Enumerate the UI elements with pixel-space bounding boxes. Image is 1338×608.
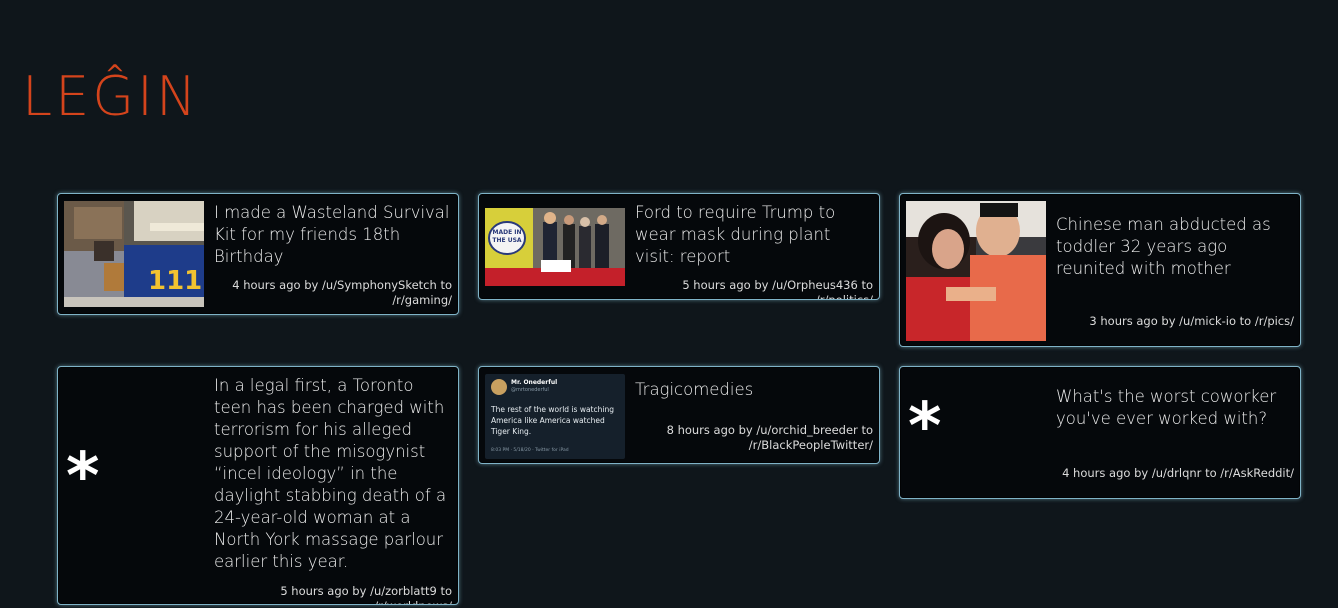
reunion-image xyxy=(906,201,1046,341)
post-thumbnail[interactable]: Mr. Onederful @mrtonederful The rest of … xyxy=(485,374,625,459)
post-meta: 4 hours ago by /u/drlqnr to /r/AskReddit… xyxy=(1062,466,1294,480)
tweet-author: Mr. Onederful xyxy=(511,379,558,386)
trump-ford-image: MADE IN THE USA xyxy=(485,208,625,286)
tweet-text: The rest of the world is watching Americ… xyxy=(491,405,614,436)
post-title[interactable]: Tragicomedies xyxy=(635,379,871,401)
post-meta: 5 hours ago by /u/Orpheus436 to /r/polit… xyxy=(682,278,873,300)
post-card[interactable]: Mr. Onederful @mrtonederful The rest of … xyxy=(478,366,880,464)
tweet-preview: Mr. Onederful @mrtonederful The rest of … xyxy=(485,374,625,459)
post-thumbnail[interactable]: 111 xyxy=(64,201,204,307)
post-meta: 4 hours ago by /u/SymphonySketch to /r/g… xyxy=(232,278,452,307)
post-card[interactable]: Chinese man abducted as toddler 32 years… xyxy=(899,193,1301,347)
asterisk-thumbnail[interactable]: * xyxy=(66,445,99,509)
post-meta: 3 hours ago by /u/mick-io to /r/pics/ xyxy=(1089,314,1294,328)
svg-text:THE USA: THE USA xyxy=(492,237,521,244)
site-logo[interactable]: LEĜIN xyxy=(22,70,199,124)
post-card[interactable]: * What's the worst coworker you've ever … xyxy=(899,366,1301,499)
post-card[interactable]: * In a legal first, a Toronto teen has b… xyxy=(57,366,459,605)
wasteland-kit-image: 111 xyxy=(64,201,204,307)
post-title[interactable]: What's the worst coworker you've ever wo… xyxy=(1056,386,1292,430)
post-title[interactable]: I made a Wasteland Survival Kit for my f… xyxy=(214,202,450,268)
asterisk-thumbnail[interactable]: * xyxy=(908,395,941,459)
post-card[interactable]: MADE IN THE USA Ford to require Trump to… xyxy=(478,193,880,300)
post-title[interactable]: Chinese man abducted as toddler 32 years… xyxy=(1056,214,1292,280)
post-title[interactable]: Ford to require Trump to wear mask durin… xyxy=(635,202,871,268)
post-meta: 5 hours ago by /u/zorblatt9 to /r/worldn… xyxy=(280,584,452,604)
vault-number: 111 xyxy=(148,266,202,296)
tweet-handle: @mrtonederful xyxy=(511,387,549,393)
post-title[interactable]: In a legal first, a Toronto teen has bee… xyxy=(214,375,450,573)
post-meta: 8 hours ago by /u/orchid_breeder to /r/B… xyxy=(666,423,873,452)
post-card[interactable]: 111 I made a Wasteland Survival Kit for … xyxy=(57,193,459,315)
tweet-footer: 8:03 PM · 5/18/20 · Twitter for iPad xyxy=(491,448,569,453)
post-thumbnail[interactable]: MADE IN THE USA xyxy=(485,208,625,286)
post-thumbnail[interactable] xyxy=(906,201,1046,341)
avatar xyxy=(491,379,507,395)
svg-text:MADE IN: MADE IN xyxy=(492,229,521,236)
